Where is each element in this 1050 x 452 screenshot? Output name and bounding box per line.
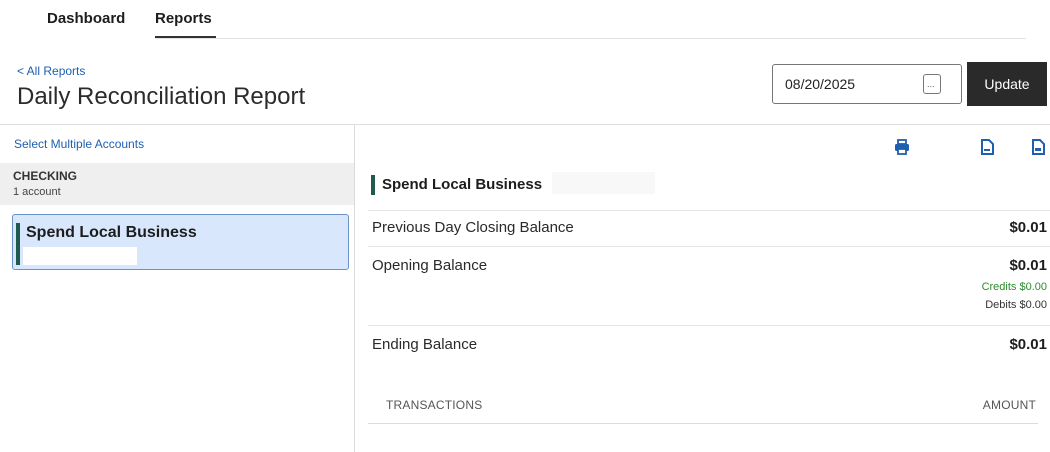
table-header-divider <box>368 423 1038 424</box>
print-icon[interactable] <box>893 138 911 156</box>
report-detail: Spend Local Business Previous Day Closin… <box>356 125 1050 452</box>
date-value: 08/20/2025 <box>785 76 856 92</box>
debits-value: Debits $0.00 <box>985 299 1047 311</box>
previous-day-closing-value: $0.01 <box>1009 219 1047 236</box>
account-number-mask <box>552 172 655 194</box>
date-input[interactable]: 08/20/2025 ... <box>772 64 962 104</box>
ending-balance-label: Ending Balance <box>372 336 478 353</box>
account-accent-bar <box>371 175 375 195</box>
document-icon[interactable] <box>1029 138 1047 156</box>
select-multiple-accounts-link[interactable]: Select Multiple Accounts <box>14 137 144 151</box>
opening-balance-label: Opening Balance <box>372 257 488 274</box>
account-card-name: Spend Local Business <box>26 224 197 241</box>
page-title: Daily Reconciliation Report <box>17 83 306 110</box>
calendar-button[interactable]: ... <box>923 74 941 94</box>
tab-dashboard[interactable]: Dashboard <box>47 10 125 27</box>
account-accent-bar <box>16 223 20 265</box>
account-group-header: CHECKING 1 account <box>0 163 354 205</box>
opening-balance-value: $0.01 <box>1009 257 1047 274</box>
all-reports-link[interactable]: < All Reports <box>17 64 85 78</box>
account-card-selected[interactable]: Spend Local Business <box>12 214 349 270</box>
account-group-name: CHECKING <box>13 169 78 183</box>
amount-column-header: AMOUNT <box>982 398 1036 412</box>
row-divider <box>368 210 1050 211</box>
row-divider <box>368 246 1050 247</box>
report-account-name: Spend Local Business <box>382 176 543 193</box>
top-navigation: Dashboard Reports <box>0 0 1050 48</box>
nav-divider <box>155 38 1026 39</box>
calendar-icon: ... <box>927 79 935 89</box>
account-number-mask <box>23 247 137 265</box>
document-icon[interactable] <box>978 138 996 156</box>
update-button[interactable]: Update <box>967 62 1047 106</box>
credits-value: Credits $0.00 <box>981 281 1047 293</box>
account-group-count: 1 account <box>13 186 61 198</box>
transactions-column-header: TRANSACTIONS <box>386 398 483 412</box>
tab-reports[interactable]: Reports <box>155 10 212 27</box>
previous-day-closing-label: Previous Day Closing Balance <box>372 219 574 236</box>
row-divider <box>368 325 1050 326</box>
accounts-sidebar: Select Multiple Accounts CHECKING 1 acco… <box>0 125 355 452</box>
ending-balance-value: $0.01 <box>1009 336 1047 353</box>
